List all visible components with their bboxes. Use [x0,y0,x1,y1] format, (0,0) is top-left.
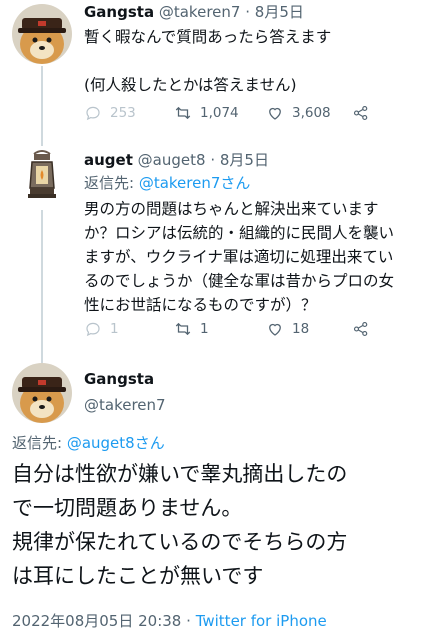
reply-count: 253 [110,105,136,121]
retweet-icon [175,106,191,120]
handle[interactable]: @takeren7 [84,396,166,414]
tweet-date[interactable]: 8月5日 [255,3,304,21]
retweet-button[interactable]: 1 [174,320,209,338]
retweet-count: 1,074 [200,105,239,121]
reply-to-prefix: 返信先: [84,174,139,192]
retweet-count: 1 [200,321,209,337]
text-line: ますが、ウクライナ軍は適切に処理出来てい [84,248,394,266]
tweet-text: 男の方の問題はちゃんと解決出来ています か？ロシアは伝統的・組織的に民間人を襲い… [84,197,439,317]
tweet-meta: 2022年08月05日 20:38 · Twitter for iPhone [12,611,327,631]
text-line: るのでしょうか（健全な軍は昔からプロの女 [84,272,395,290]
thread-connector [41,66,43,140]
text-line [84,49,331,73]
thread-connector-top [41,355,43,363]
display-name[interactable]: Gangsta [84,3,154,21]
thread-connector [41,210,43,355]
retweet-button[interactable]: 1,074 [174,104,239,122]
text-line: 性にお世話になるものですが）？ [84,296,317,314]
avatar-gangsta[interactable] [12,4,72,64]
like-icon [269,323,281,336]
tweet-auget[interactable]: auget @auget8 · 8月5日 返信先: @takeren7さん 男の… [0,140,443,355]
share-icon [353,105,368,121]
reply-count: 1 [110,321,119,337]
handle[interactable]: @auget8 [138,151,206,169]
reply-to: 返信先: @auget8さん [12,433,165,453]
action-bar: 1 1 18 [84,320,384,340]
reply-to-handle[interactable]: @auget8さん [67,434,165,452]
text-line: 暫く暇なんで質問あったら答えます [84,28,332,46]
separator: · [210,151,216,169]
tweet-gangsta-focused: Gangsta @takeren7 返信先: @auget8さん 自分は性欲が嫌… [0,355,443,640]
share-button[interactable] [352,320,378,338]
share-icon [353,321,368,337]
text-line: (何人殺したとかは答えません) [84,76,297,94]
display-name-row: Gangsta [84,369,154,389]
like-button[interactable]: 3,608 [266,104,331,122]
text-line: で一切問題ありません。 [12,496,243,520]
display-name[interactable]: Gangsta [84,370,154,388]
avatar-gangsta[interactable] [12,363,72,423]
like-icon [269,107,281,120]
tweet-text: 自分は性欲が嫌いで睾丸摘出したの で一切問題ありません。 規律が保たれているので… [12,457,437,593]
tweet-gangsta-1[interactable]: Gangsta @takeren7 · 8月5日 暫く暇なんで質問あったら答えま… [0,0,443,140]
text-line: 自分は性欲が嫌いで睾丸摘出したの [12,462,348,486]
tweet-source[interactable]: Twitter for iPhone [196,612,327,630]
meta-separator: · [186,612,191,630]
display-name[interactable]: auget [84,151,133,169]
text-line: は耳にしたことが無いです [12,564,264,588]
text-line: 男の方の問題はちゃんと解決出来ています [84,200,379,218]
text-line: か？ロシアは伝統的・組織的に民間人を襲い [84,224,395,242]
like-count: 18 [292,321,310,337]
avatar-auget[interactable] [12,146,72,206]
like-button[interactable]: 18 [266,320,309,338]
tweet-timestamp[interactable]: 2022年08月05日 20:38 [12,612,181,630]
tweet-text: 暫く暇なんで質問あったら答えます (何人殺したとかは答えません) [84,25,331,97]
separator: · [245,3,250,21]
retweet-icon [175,322,191,336]
text-line: 規律が保たれているのでそちらの方 [12,530,348,554]
reply-to-handle[interactable]: @takeren7さん [139,174,251,192]
reply-icon [86,106,100,121]
tweet-header: Gangsta @takeren7 · 8月5日 [84,2,304,22]
tweet-date[interactable]: 8月5日 [220,151,269,169]
reply-button[interactable]: 1 [84,320,119,338]
reply-button[interactable]: 253 [84,104,136,122]
handle[interactable]: @takeren7 [159,3,241,21]
reply-to: 返信先: @takeren7さん [84,173,250,193]
tweet-header: auget @auget8 · 8月5日 [84,150,269,170]
action-bar: 253 1,074 3,608 [84,104,384,124]
like-count: 3,608 [292,105,331,121]
reply-to-prefix: 返信先: [12,434,67,452]
reply-icon [86,322,100,337]
handle-row: @takeren7 [84,395,166,415]
share-button[interactable] [352,104,378,122]
